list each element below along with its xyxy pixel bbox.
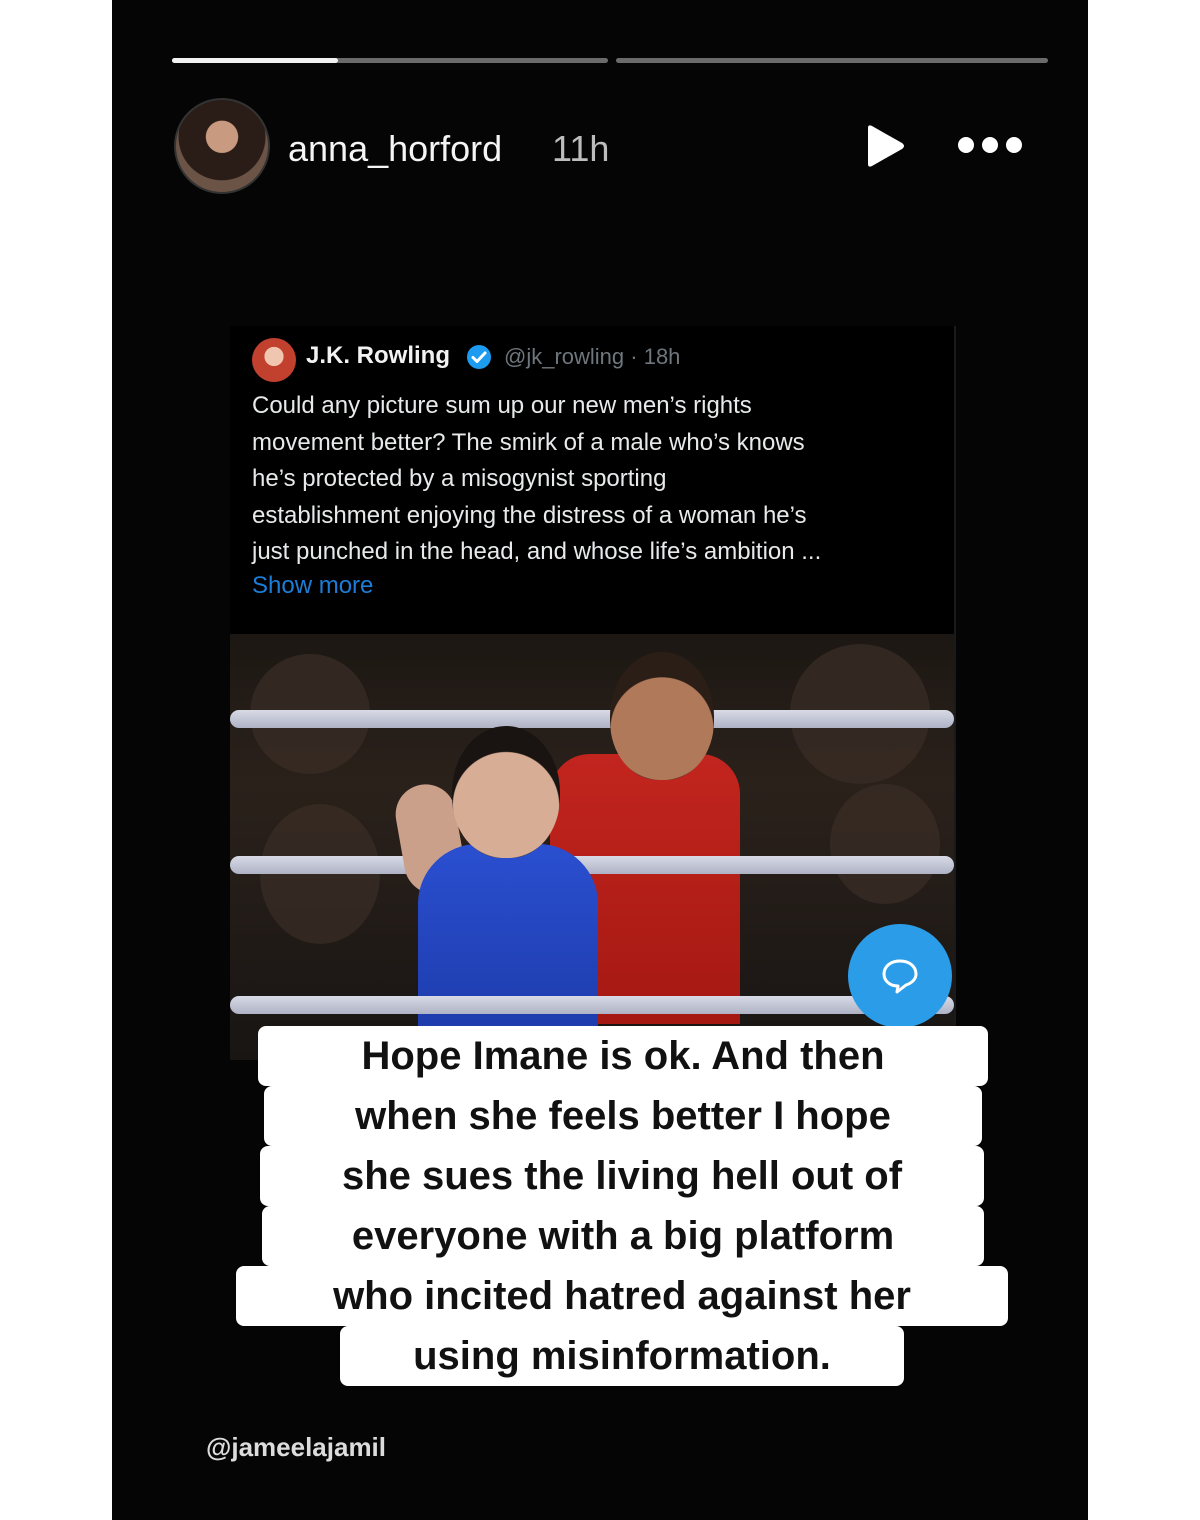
caption-line: Hope Imane is ok. And then [258,1026,988,1086]
post-handle-time: @jk_rowling · 18h [504,344,681,369]
boxer-blue-head [452,726,560,858]
progress-segment-2 [616,58,1048,63]
post-text: Could any picture sum up our new men’s r… [252,388,942,571]
time-ago: 11h [552,128,610,169]
post-text-line: movement better? The smirk of a male who… [252,428,805,456]
shared-post[interactable]: J.K. Rowling @jk_rowling · 18h Could any… [230,326,956,1060]
ring-rope [230,996,954,1014]
speech-bubble-icon[interactable] [848,924,952,1028]
post-author-name: J.K. Rowling [306,342,450,369]
avatar[interactable] [174,98,270,194]
more-dots-icon[interactable] [956,132,1024,158]
post-text-line: he’s protected by a misogynist sporting [252,465,667,492]
caption-line: who incited hatred against her [236,1266,1008,1326]
verified-check-icon [467,345,491,369]
ring-rope [230,710,954,728]
play-icon[interactable] [864,124,906,168]
show-more-link[interactable]: Show more [252,572,373,600]
crowd-figure [260,804,380,944]
post-text-line: establishment enjoying the distress of a… [252,501,807,529]
story-viewer: anna_horford 11h J.K. Rowling @jk_rowlin… [112,0,1088,1520]
crowd-figure [830,784,940,904]
post-text-line: just punched in the head, and whose life… [252,538,822,565]
progress-segment-1 [172,58,608,63]
boxing-photo [230,634,954,1060]
post-text-line: Could any picture sum up our new men’s r… [252,392,752,419]
caption-line: she sues the living hell out of [260,1146,984,1206]
post-author-avatar [252,338,296,382]
caption-line: using misinformation. [340,1326,904,1386]
username[interactable]: anna_horford [288,128,502,170]
boxer-red-head [610,652,714,780]
mention-tag[interactable]: @jameelajamil [206,1432,386,1463]
progress-fill-1 [172,58,338,63]
speech-bubble-glyph [882,959,918,994]
ring-rope [230,856,954,874]
caption-line: when she feels better I hope [264,1086,982,1146]
caption-line: everyone with a big platform [262,1206,984,1266]
